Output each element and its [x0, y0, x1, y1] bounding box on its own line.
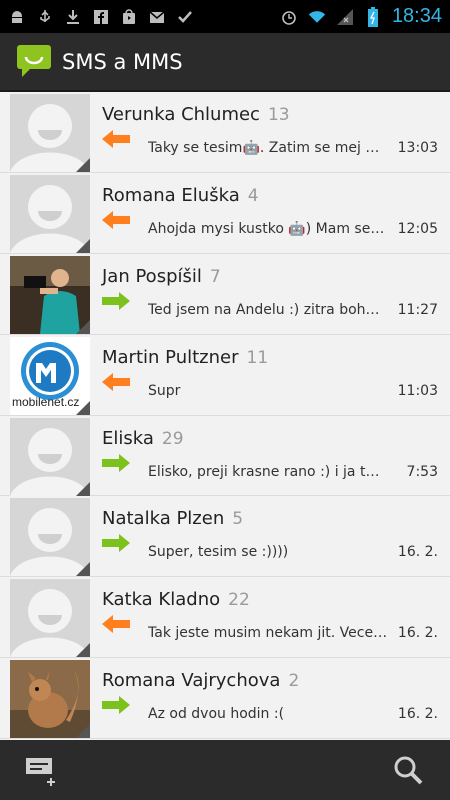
bottom-action-bar: [0, 740, 450, 800]
message-snippet: Super, tesim se :)))): [148, 544, 289, 561]
incoming-arrow-icon: [102, 615, 130, 634]
message-time: 7:53: [406, 463, 438, 480]
status-time: 18:34: [391, 5, 442, 27]
message-count: 13: [267, 105, 290, 125]
message-snippet: Taky se tesim🤖. Zatim se mej m...: [148, 140, 388, 156]
message-count: 7: [209, 266, 221, 287]
outgoing-arrow-icon: [102, 291, 130, 310]
message-snippet: Tak jeste musim nekam jit. Vecer al...: [148, 625, 388, 642]
contact-avatar[interactable]: [0, 496, 90, 577]
conversation-row[interactable]: Natalka Plzen 5 Super, tesim se :)))) 16.…: [0, 496, 450, 578]
contact-name: Eliska: [102, 427, 154, 449]
message-time: 11:03: [397, 382, 438, 399]
outgoing-arrow-icon: [102, 453, 130, 472]
alarm-icon: [280, 8, 298, 26]
contact-name: Martin Pultzner: [102, 346, 239, 368]
contact-avatar[interactable]: [0, 658, 90, 739]
wifi-icon: [308, 8, 326, 26]
message-time: 16. 2.: [397, 625, 438, 642]
compose-button[interactable]: [20, 748, 64, 792]
contact-name: Romana Vajrychova: [102, 670, 281, 692]
message-snippet: Elisko, preji krasne rano :) i ja te rad…: [148, 463, 388, 480]
message-time: 13:03: [397, 140, 438, 156]
gmail-icon: [148, 8, 166, 26]
incoming-arrow-icon: [102, 130, 130, 148]
contact-name: Verunka Chlumec: [102, 104, 260, 125]
message-count: 4: [247, 185, 259, 206]
incoming-arrow-icon: [102, 210, 130, 229]
conversation-row[interactable]: Verunka Chlumec 13 Taky se tesim🤖. Zatim …: [0, 92, 450, 173]
app-title: SMS a MMS: [62, 49, 183, 74]
contact-name: Romana Eluška: [102, 184, 240, 206]
incoming-arrow-icon: [102, 372, 130, 391]
facebook-icon: [92, 8, 110, 26]
mobilenet-logo-text: mobilenet.cz: [12, 394, 80, 409]
contact-avatar[interactable]: [0, 92, 90, 172]
status-bar-notifications: [8, 8, 194, 26]
contact-avatar[interactable]: [0, 577, 90, 658]
message-count: 11: [246, 347, 269, 368]
message-count: 5: [232, 509, 244, 530]
outgoing-arrow-icon: [102, 696, 130, 715]
message-count: 2: [288, 671, 300, 692]
signal-icon: [336, 8, 354, 26]
message-time: 11:27: [397, 301, 438, 318]
search-icon: [394, 756, 423, 785]
contact-avatar[interactable]: [0, 173, 90, 253]
checkmark-icon: [176, 8, 194, 26]
conversation-row[interactable]: Katka Kladno 22 Tak jeste musim nekam jit…: [0, 577, 450, 659]
contact-name: Katka Kladno: [102, 589, 221, 611]
app-icon[interactable]: [16, 42, 52, 82]
action-bar: SMS a MMS: [0, 33, 450, 92]
conversation-row[interactable]: mobilenet.cz Martin Pultzner 11 Supr 11:0…: [0, 335, 450, 416]
message-count: 29: [161, 428, 184, 449]
conversation-list[interactable]: Verunka Chlumec 13 Taky se tesim🤖. Zatim …: [0, 92, 450, 739]
message-time: 16. 2.: [397, 544, 438, 561]
contact-name: Natalka Plzen: [102, 508, 225, 530]
message-count: 22: [228, 590, 250, 611]
message-snippet: Supr: [148, 382, 181, 399]
download-icon: [64, 8, 82, 26]
contact-avatar[interactable]: [0, 254, 90, 334]
usb-icon: [36, 8, 54, 26]
message-snippet: Az od dvou hodin :(: [148, 706, 285, 723]
outgoing-arrow-icon: [102, 534, 130, 553]
message-snippet: Ahojda mysi kustko 🤖) Mam se f...: [148, 220, 388, 237]
conversation-row[interactable]: Romana Vajrychova 2 Az od dvou hodin :( 1…: [0, 658, 450, 739]
contact-avatar[interactable]: [0, 416, 90, 496]
status-bar: 18:34: [0, 0, 450, 33]
message-snippet: Ted jsem na Andelu :) zitra bohuzel...: [148, 301, 388, 318]
compose-icon: [26, 758, 55, 786]
contact-name: Jan Pospíšil: [102, 265, 202, 287]
conversation-row[interactable]: Jan Pospíšil 7 Ted jsem na Andelu :) zitr…: [0, 254, 450, 335]
contact-avatar[interactable]: mobilenet.cz: [0, 335, 90, 415]
battery-icon: [364, 6, 382, 27]
message-time: 12:05: [397, 220, 438, 237]
status-bar-system: 18:34: [280, 5, 442, 28]
play-store-icon: [120, 8, 138, 26]
conversation-row[interactable]: Eliska 29 Elisko, preji krasne rano :) i …: [0, 416, 450, 497]
conversation-row[interactable]: Romana Eluška 4 Ahojda mysi kustko 🤖) Mam…: [0, 173, 450, 254]
message-time: 16. 2.: [397, 706, 438, 723]
android-debug-icon: [8, 8, 26, 26]
search-button[interactable]: [386, 748, 430, 792]
